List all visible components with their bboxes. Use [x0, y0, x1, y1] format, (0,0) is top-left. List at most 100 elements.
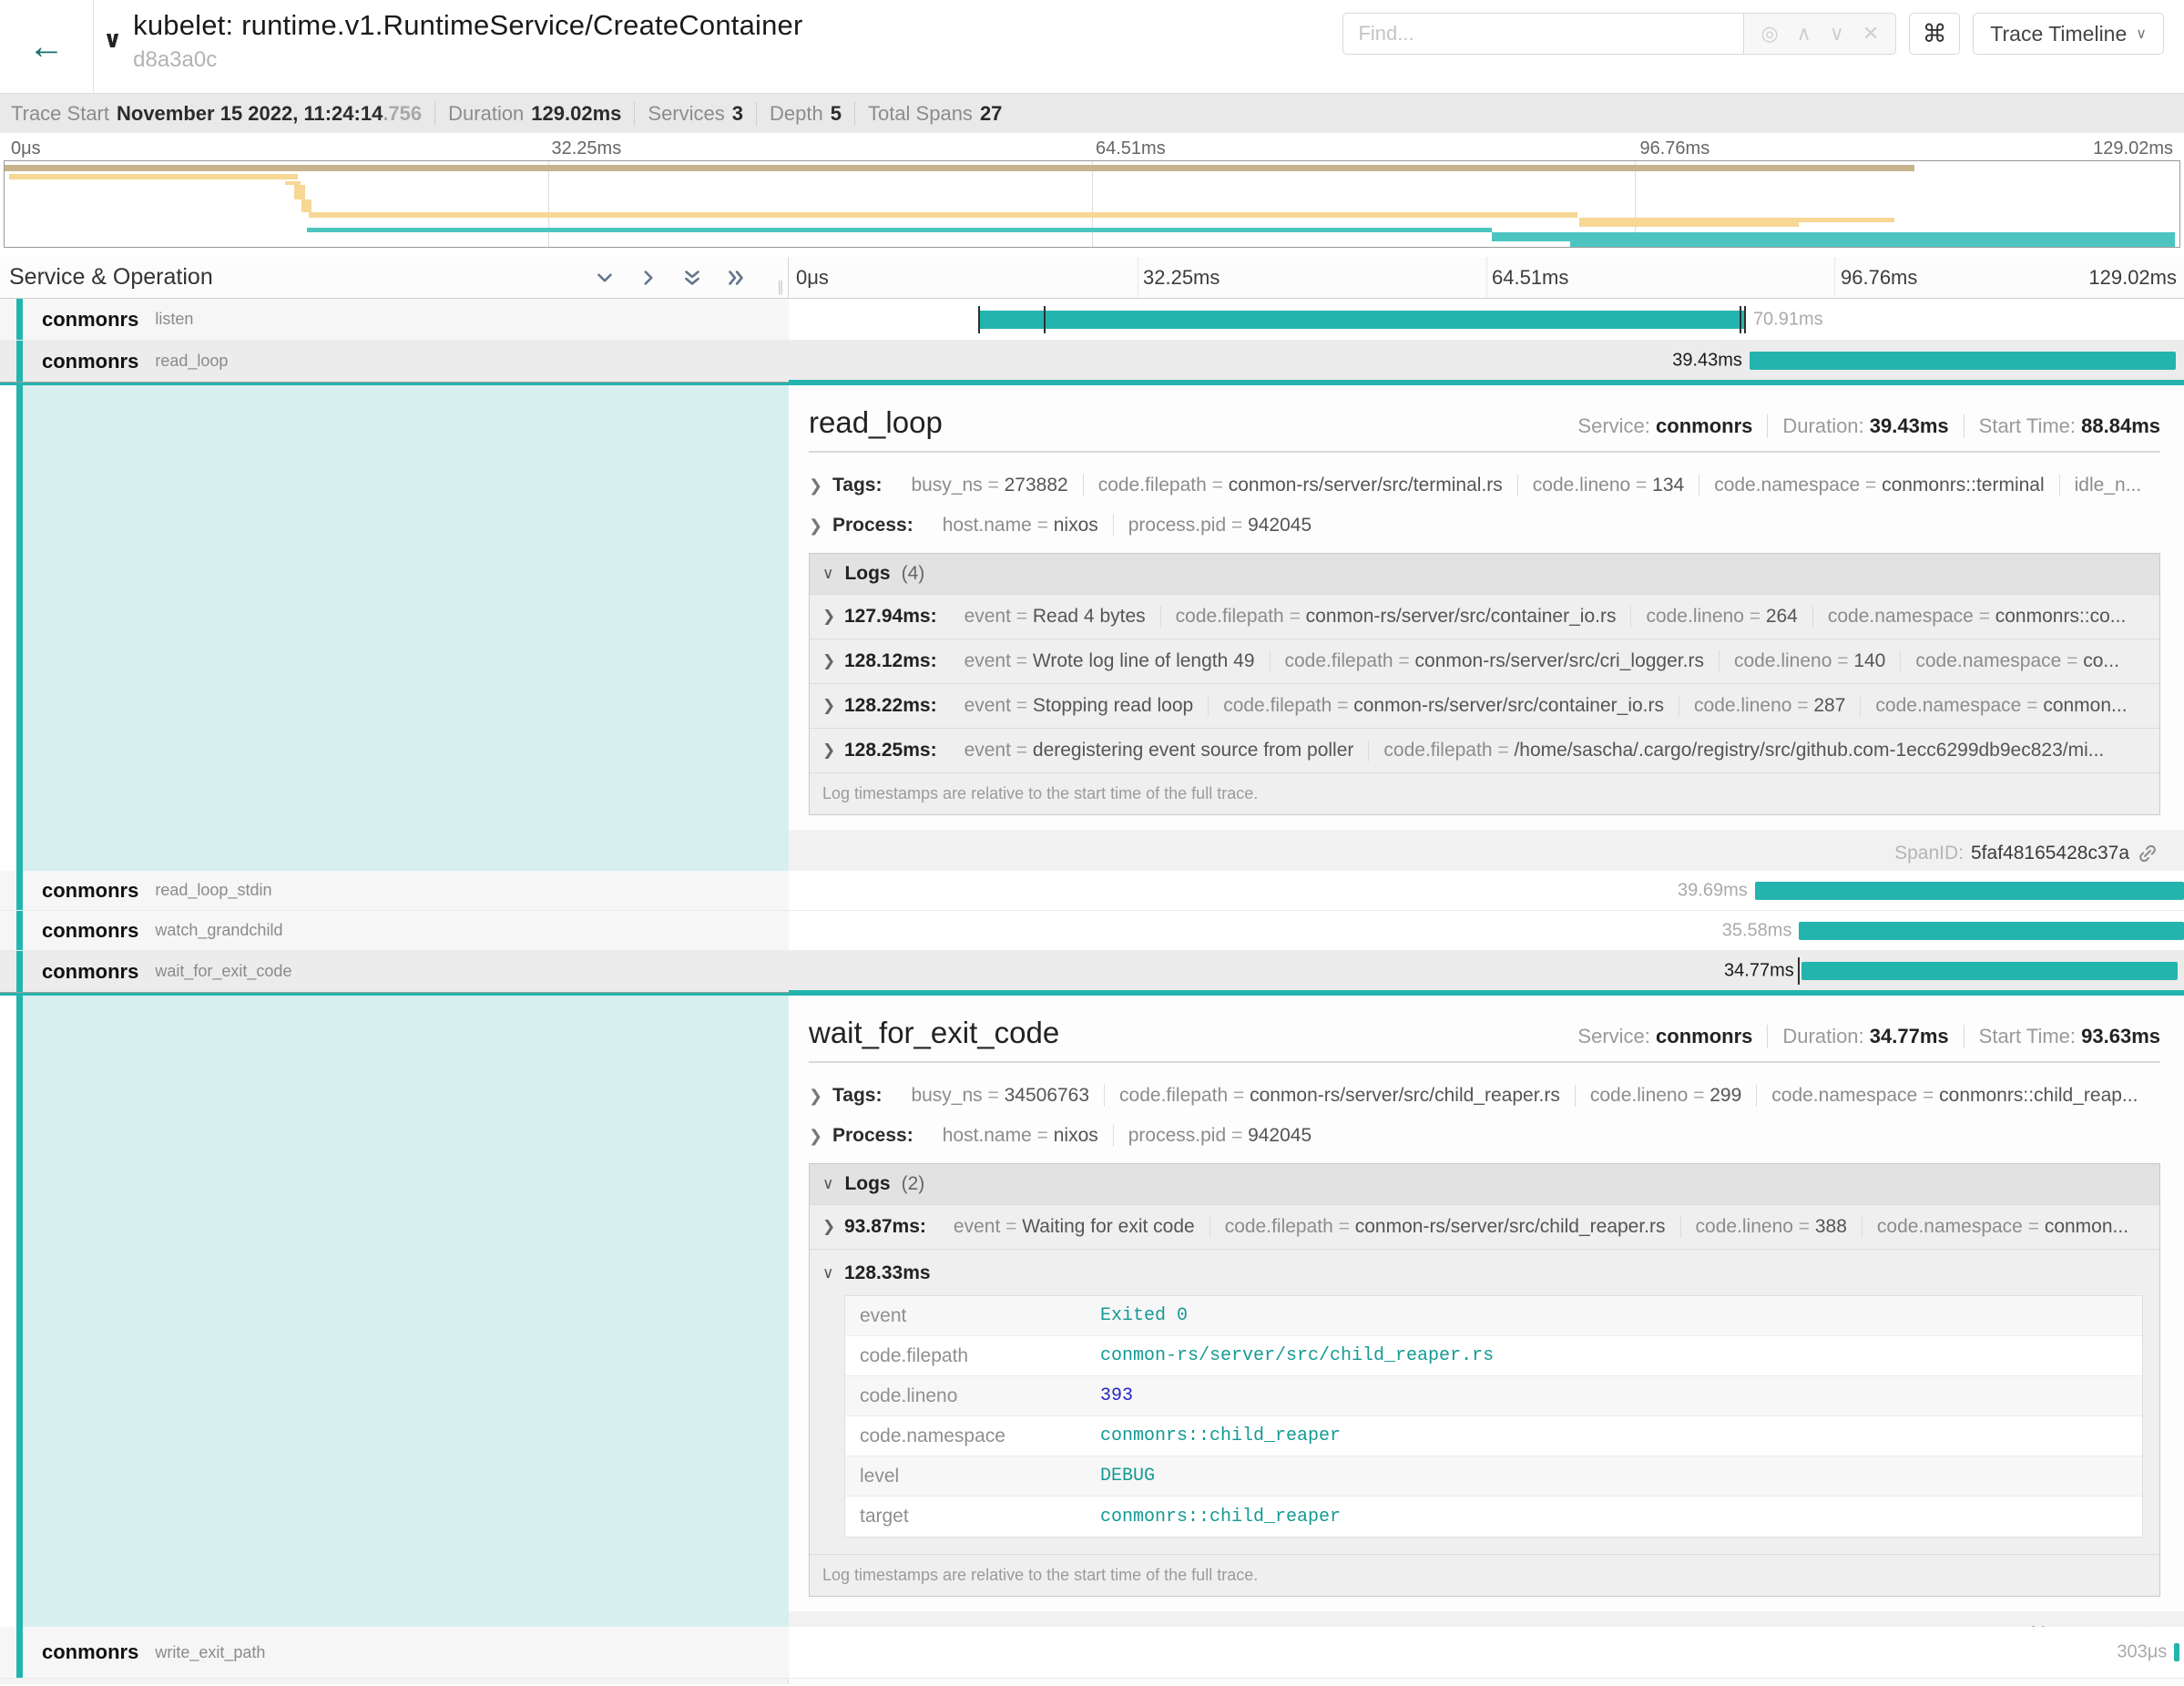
span-bar[interactable]: 70.91ms: [978, 311, 1746, 329]
spanid-label: SpanID:: [1894, 843, 1964, 864]
log-kv-value: Exited 0: [1091, 1298, 1197, 1333]
next-row-right: [789, 1679, 2184, 1684]
title-collapse-chevron-icon[interactable]: ∨: [103, 26, 122, 54]
span-service: conmonrs: [42, 308, 138, 332]
meta-label: Service:: [1577, 414, 1649, 437]
tags-row[interactable]: ❯ Tags: busy_ns273882code.filepathconmon…: [809, 465, 2160, 506]
span-name-cell: conmonrs read_loop_stdin: [0, 871, 789, 911]
tags-row[interactable]: ❯ Tags: busy_ns34506763code.filepathconm…: [809, 1076, 2160, 1116]
stat-label: Total Spans: [868, 102, 973, 126]
stat-value: 3: [732, 102, 743, 126]
log-entry[interactable]: ❯ 93.87ms: eventWaiting for exit codecod…: [810, 1204, 2159, 1249]
span-bar[interactable]: 39.43ms: [1750, 352, 2176, 370]
span-name-cell: conmonrs write_exit_path: [0, 1627, 789, 1679]
back-button[interactable]: ←: [0, 0, 94, 93]
log-timestamp: 127.94ms:: [844, 606, 937, 628]
log-entry[interactable]: ❯ 127.94ms: eventRead 4 bytescode.filepa…: [810, 594, 2159, 639]
expanded-log-entry: ∨ 128.33ms event Exited 0: [810, 1249, 2159, 1554]
logs-header[interactable]: ∨ Logs (2): [810, 1164, 2159, 1204]
chevron-right-icon: ❯: [809, 1127, 832, 1146]
span-operation: read_loop_stdin: [155, 881, 271, 900]
duration-bar: [978, 311, 1746, 329]
minimap-span-bar: [1492, 232, 2175, 241]
match-locate-icon[interactable]: ◎: [1760, 24, 1778, 44]
log-kv-value: conmonrs::child_reaper: [1091, 1418, 1350, 1454]
detail-card: wait_for_exit_code Service: conmonrs Dur…: [789, 996, 2184, 1611]
log-entry[interactable]: ❯ 128.22ms: eventStopping read loopcode.…: [810, 683, 2159, 728]
chevron-right-icon: ❯: [809, 1087, 832, 1106]
stat-services: Services 3: [635, 102, 757, 126]
span-operation: write_exit_path: [155, 1643, 265, 1662]
tag-pill: code.filepathconmon-rs/server/src/termin…: [1084, 475, 1518, 496]
span-row-read-loop[interactable]: conmonrs read_loop 39.43ms: [0, 341, 2184, 383]
keyboard-shortcuts-button[interactable]: ⌘: [1909, 13, 1960, 55]
copy-link-icon[interactable]: [2137, 843, 2158, 864]
duration-bar: [2174, 1643, 2179, 1661]
minimap-span-bar: [1570, 241, 2175, 247]
span-color-accent: [16, 341, 23, 382]
column-resize-handle[interactable]: ∥: [777, 278, 784, 296]
prev-match-icon[interactable]: ∧: [1797, 24, 1811, 44]
span-bar[interactable]: 34.77ms: [1801, 962, 2178, 980]
find-input[interactable]: [1342, 13, 1743, 55]
span-operation: watch_grandchild: [155, 921, 282, 940]
minimap-canvas[interactable]: [4, 160, 2180, 248]
span-color-accent: [16, 385, 23, 871]
log-field-pill: code.filepathconmon-rs/server/src/cri_lo…: [1271, 650, 1720, 672]
expand-all-icon[interactable]: [724, 266, 748, 290]
span-bar-cell: 303μs: [789, 1627, 2184, 1679]
log-kv-value: DEBUG: [1091, 1458, 1164, 1494]
tag-pill: process.pid942045: [1114, 1125, 1326, 1147]
log-kv-row: code.lineno 393: [845, 1376, 2142, 1416]
span-color-accent: [16, 871, 23, 910]
stat-label: Depth: [770, 102, 823, 126]
log-field-pill: code.filepathconmon-rs/server/src/contai…: [1209, 695, 1679, 717]
stat-total-spans: Total Spans 27: [855, 102, 1015, 126]
duration-bar: [1755, 882, 2184, 900]
trace-minimap: 0μs 32.25ms 64.51ms 96.76ms 129.02ms: [0, 133, 2184, 257]
chevron-down-icon: ∨: [822, 1175, 833, 1193]
trace-title: kubelet: runtime.v1.RuntimeService/Creat…: [133, 9, 802, 42]
log-entry[interactable]: ❯ 128.25ms: eventderegistering event sou…: [810, 728, 2159, 772]
meta-label: Start Time:: [1979, 414, 2076, 437]
collapse-one-icon[interactable]: [593, 266, 617, 290]
collapse-controls: [593, 266, 748, 290]
expanded-log-header[interactable]: ∨ 128.33ms: [819, 1259, 2150, 1295]
view-selector-button[interactable]: Trace Timeline ∨: [1973, 13, 2164, 55]
trace-id: d8a3a0c: [133, 47, 802, 73]
span-duration-label: 303μs: [2117, 1642, 2167, 1663]
log-fields: eventRead 4 bytescode.filepathconmon-rs/…: [950, 606, 2141, 628]
tag-pill: busy_ns273882: [896, 475, 1083, 496]
duration-bar: [1799, 922, 2184, 940]
expand-one-icon[interactable]: [637, 266, 660, 290]
top-bar: ← ∨ kubelet: runtime.v1.RuntimeService/C…: [0, 0, 2184, 93]
spanid-value: 5faf48165428c37a: [1971, 843, 2129, 864]
chevron-right-icon: ❯: [809, 476, 832, 496]
tag-list: busy_ns273882code.filepathconmon-rs/serv…: [896, 475, 2156, 496]
meta-value: 39.43ms: [1870, 414, 1949, 437]
minimap-span-bar: [1799, 218, 1894, 222]
process-row[interactable]: ❯ Process: host.namenixosprocess.pid9420…: [809, 506, 2160, 546]
log-kv-key: level: [845, 1458, 1091, 1495]
span-row-wait-for-exit-code[interactable]: conmonrs wait_for_exit_code 34.77ms: [0, 951, 2184, 993]
next-match-icon[interactable]: ∨: [1830, 24, 1844, 44]
collapse-all-icon[interactable]: [680, 266, 704, 290]
process-row[interactable]: ❯ Process: host.namenixosprocess.pid9420…: [809, 1116, 2160, 1156]
logs-count: (2): [902, 1173, 925, 1195]
logs-header[interactable]: ∨ Logs (4): [810, 554, 2159, 594]
span-row-watch-grandchild[interactable]: conmonrs watch_grandchild 35.58ms: [0, 911, 2184, 951]
span-row-write-exit-path[interactable]: conmonrs write_exit_path 303μs: [0, 1627, 2184, 1679]
stat-value: 27: [980, 102, 1002, 126]
span-row-listen[interactable]: conmonrs listen 70.91ms: [0, 299, 2184, 341]
log-kv-key: code.namespace: [845, 1418, 1091, 1455]
span-bar[interactable]: 303μs: [2174, 1643, 2179, 1661]
span-bar[interactable]: 35.58ms: [1799, 922, 2184, 940]
stat-trace-start: Trace Start November 15 2022, 11:24:14.7…: [11, 102, 435, 126]
span-row-read-loop-stdin[interactable]: conmonrs read_loop_stdin 39.69ms: [0, 871, 2184, 911]
span-bar[interactable]: 39.69ms: [1755, 882, 2184, 900]
log-kv-row: event Exited 0: [845, 1296, 2142, 1336]
clear-find-icon[interactable]: ✕: [1863, 24, 1879, 44]
minimap-span-bar: [1579, 218, 1799, 227]
log-kv-key: code.filepath: [845, 1338, 1091, 1374]
log-entry[interactable]: ❯ 128.12ms: eventWrote log line of lengt…: [810, 639, 2159, 683]
